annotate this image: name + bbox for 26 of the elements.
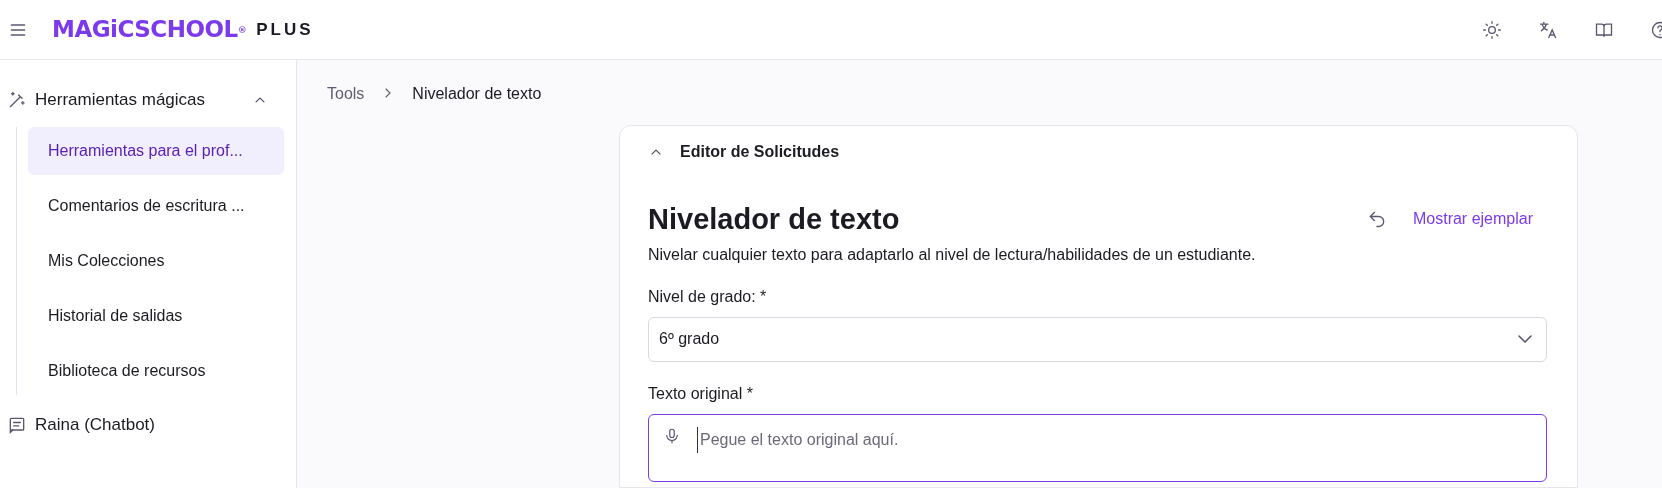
microphone-icon: [663, 426, 681, 445]
logo[interactable]: MAGiCSCHOOL$^{®}$: [52, 12, 247, 47]
sidebar-item[interactable]: Mis Colecciones: [28, 237, 284, 285]
sidebar-item[interactable]: Historial de salidas: [28, 292, 284, 340]
sidebar-item[interactable]: Herramientas para el prof...: [28, 127, 284, 175]
text-input-field[interactable]: Pegue el texto original aquí.: [648, 413, 1547, 482]
panel-title[interactable]: Editor de Solicitudes: [680, 140, 840, 164]
grade-select[interactable]: 6º grado: [648, 316, 1547, 362]
field-label: Texto original *: [648, 383, 754, 404]
undo-icon[interactable]: [1366, 209, 1387, 230]
translate-icon[interactable]: [1538, 19, 1558, 40]
plan-label: PLUS: [256, 18, 314, 41]
breadcrumb-current: Nivelador de texto: [412, 84, 542, 104]
wand-icon: [7, 90, 27, 110]
field-label: Nivel de grado: *: [648, 286, 768, 307]
sidebar-item[interactable]: Biblioteca de recursos: [28, 347, 284, 395]
sidebar-group[interactable]: Raina (Chatbot): [0, 405, 296, 445]
chat-icon: [7, 415, 27, 435]
sun-icon[interactable]: [1482, 19, 1502, 40]
caret-icon: [1518, 335, 1532, 344]
show-example-link[interactable]: Mostrar ejemplar: [1412, 207, 1533, 232]
breadcrumb-link[interactable]: Tools: [327, 82, 365, 106]
description: Nivelar cualquier texto para adaptarlo al nivel de lectura/habilidades de un estudiante.: [648, 244, 1257, 265]
sidebar-group[interactable]: Herramientas mágicas: [0, 80, 296, 120]
sidebar-item[interactable]: Comentarios de escritura ...: [28, 182, 284, 230]
page-heading: Nivelador de texto: [648, 202, 900, 237]
